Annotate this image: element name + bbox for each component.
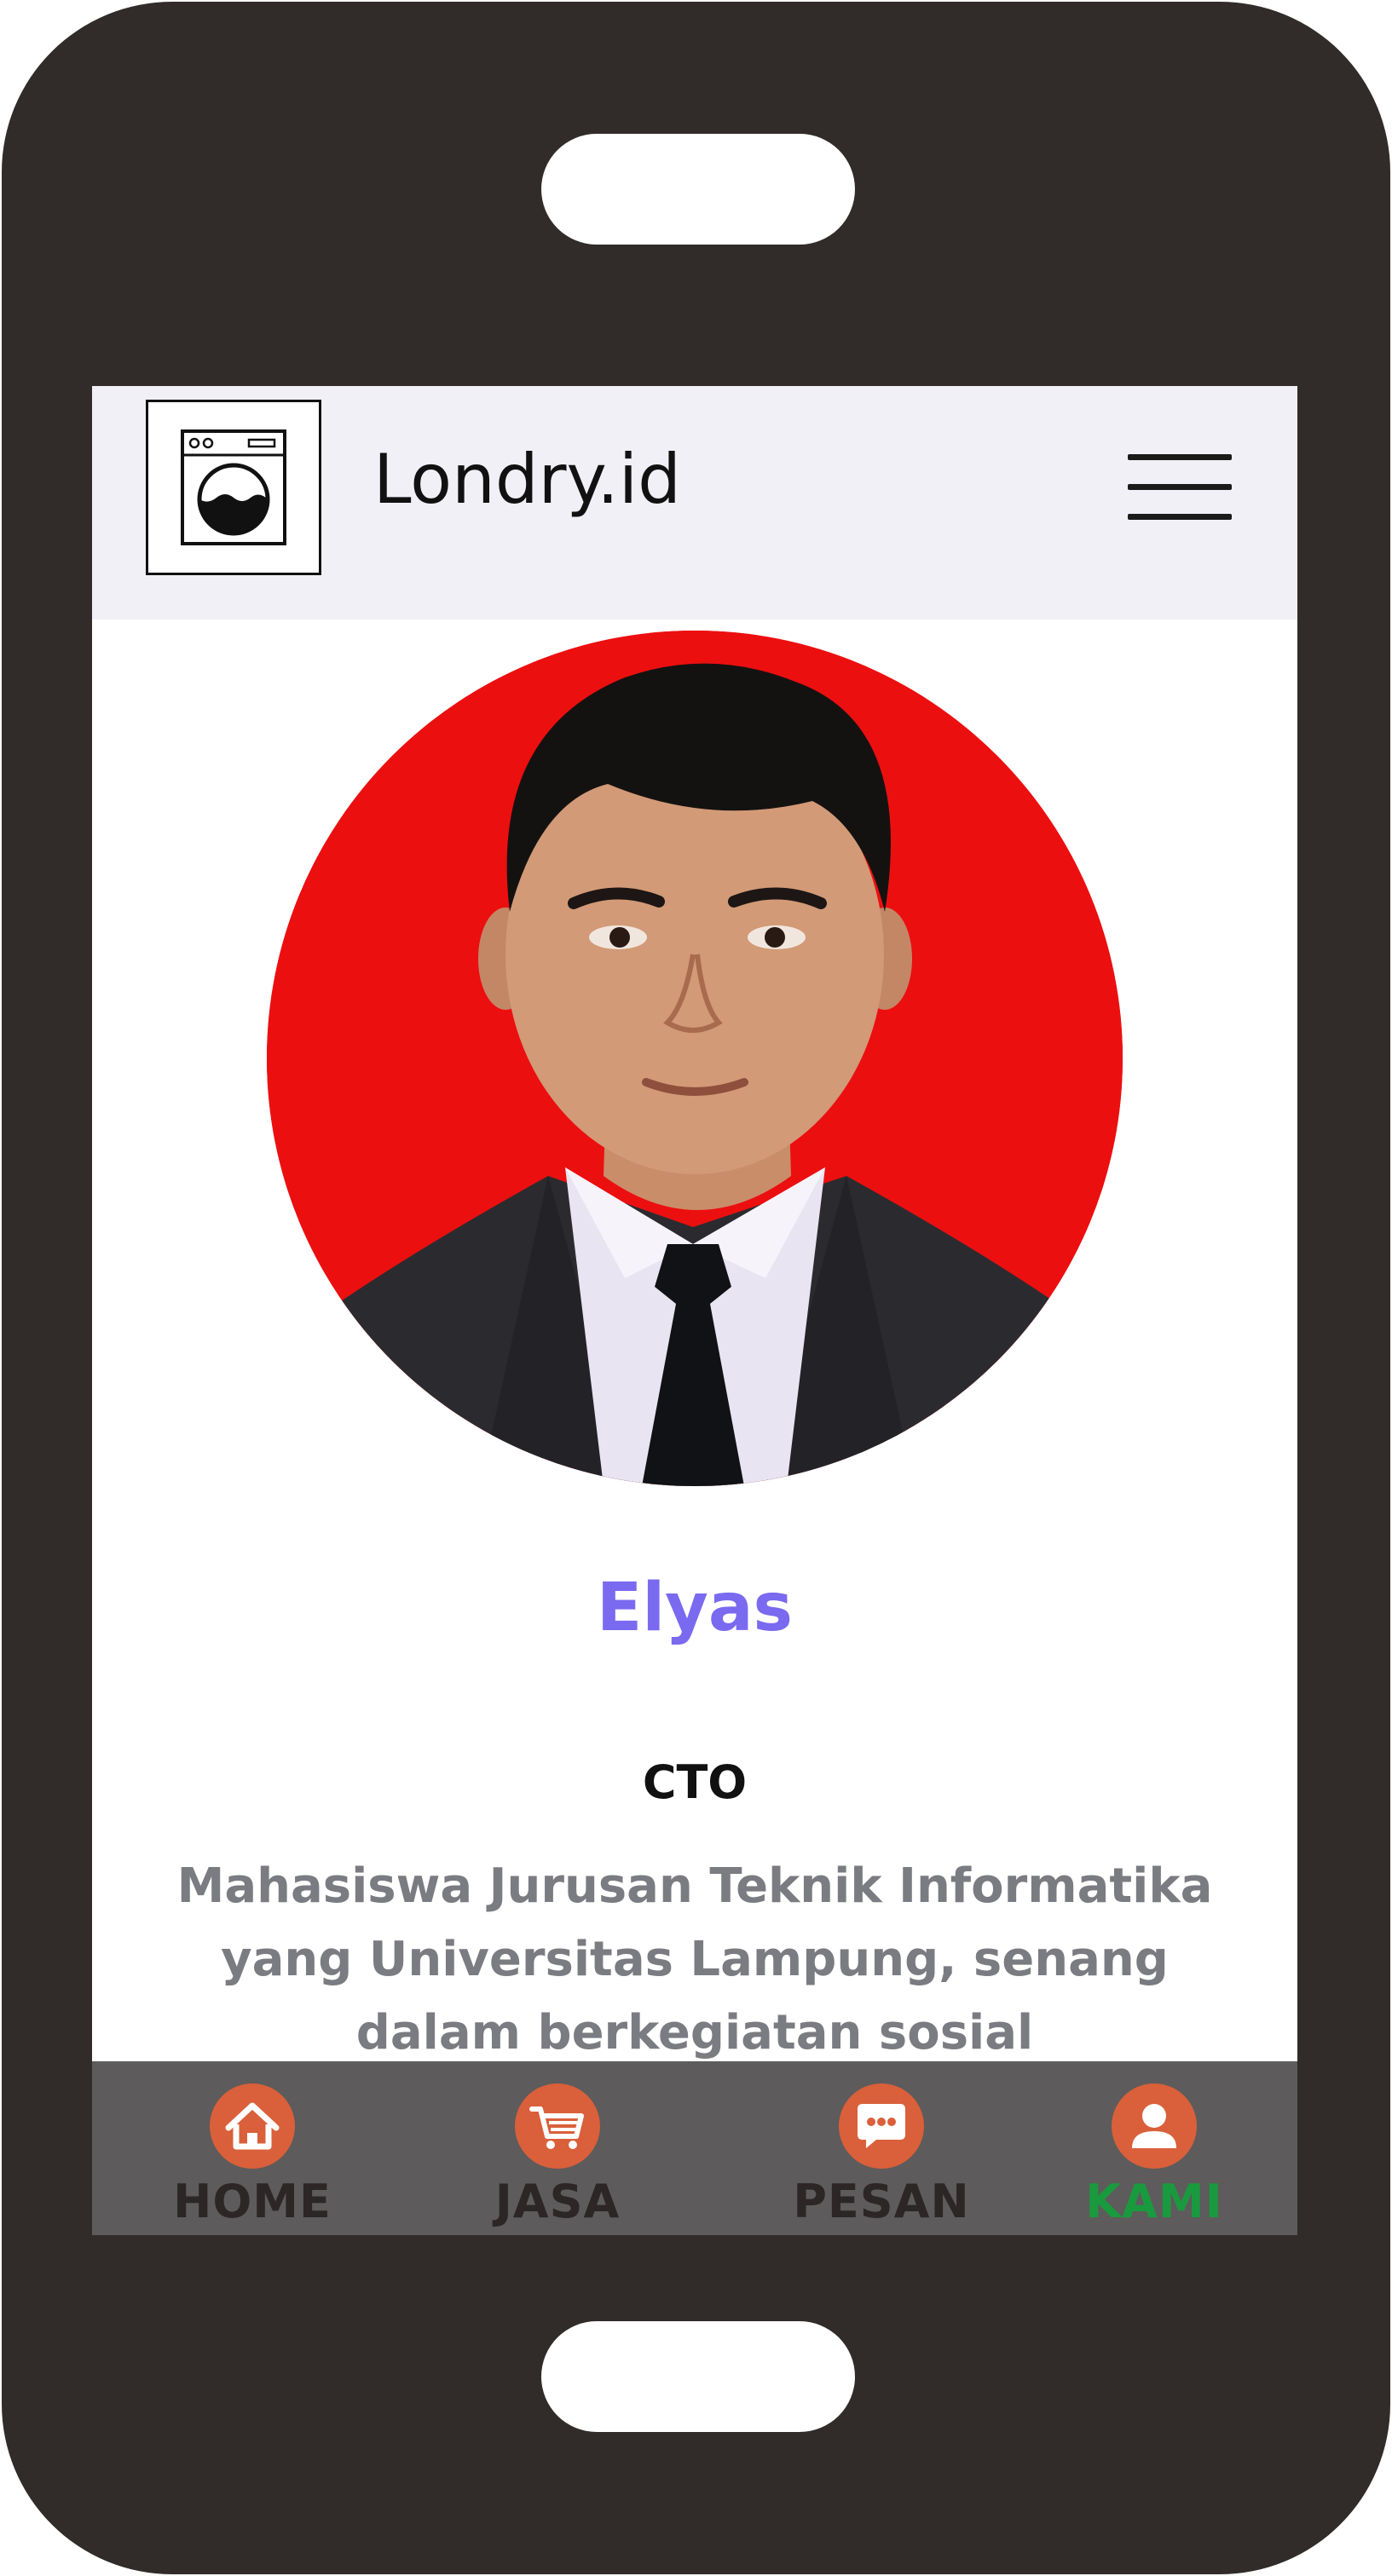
member-name: Elyas: [597, 1570, 793, 1646]
member-role: CTO: [642, 1755, 748, 1809]
phone-home-button[interactable]: [541, 2321, 855, 2432]
nav-item-pesan[interactable]: PESAN: [779, 2061, 984, 2235]
phone-frame: Londry.id Elyas CTO Mahasiswa Jurusan Te…: [2, 2, 1390, 2574]
nav-label-jasa: JASA: [494, 2175, 621, 2228]
user-icon: [1112, 2083, 1197, 2169]
phone-speaker: [541, 134, 855, 245]
home-icon: [210, 2083, 295, 2169]
nav-label-pesan: PESAN: [793, 2175, 970, 2228]
nav-item-jasa[interactable]: JASA: [455, 2061, 660, 2235]
hamburger-menu-icon[interactable]: [1128, 454, 1232, 522]
app-screen: Londry.id Elyas CTO Mahasiswa Jurusan Te…: [92, 386, 1297, 2235]
nav-label-kami: KAMI: [1085, 2175, 1223, 2228]
brand-title: Londry.id: [373, 440, 681, 519]
app-header: Londry.id: [92, 386, 1297, 620]
nav-item-kami[interactable]: KAMI: [1052, 2061, 1256, 2235]
bottom-navigation: HOME JASA PESAN KAMI: [92, 2061, 1297, 2235]
member-description: Mahasiswa Jurusan Teknik Informatika yan…: [176, 1859, 1213, 2060]
cart-icon: [515, 2083, 600, 2169]
nav-label-home: HOME: [173, 2175, 332, 2228]
chat-icon: [839, 2083, 924, 2169]
profile-photo: [267, 631, 1123, 1486]
nav-item-home[interactable]: HOME: [150, 2061, 355, 2235]
washing-machine-icon[interactable]: [146, 400, 321, 575]
